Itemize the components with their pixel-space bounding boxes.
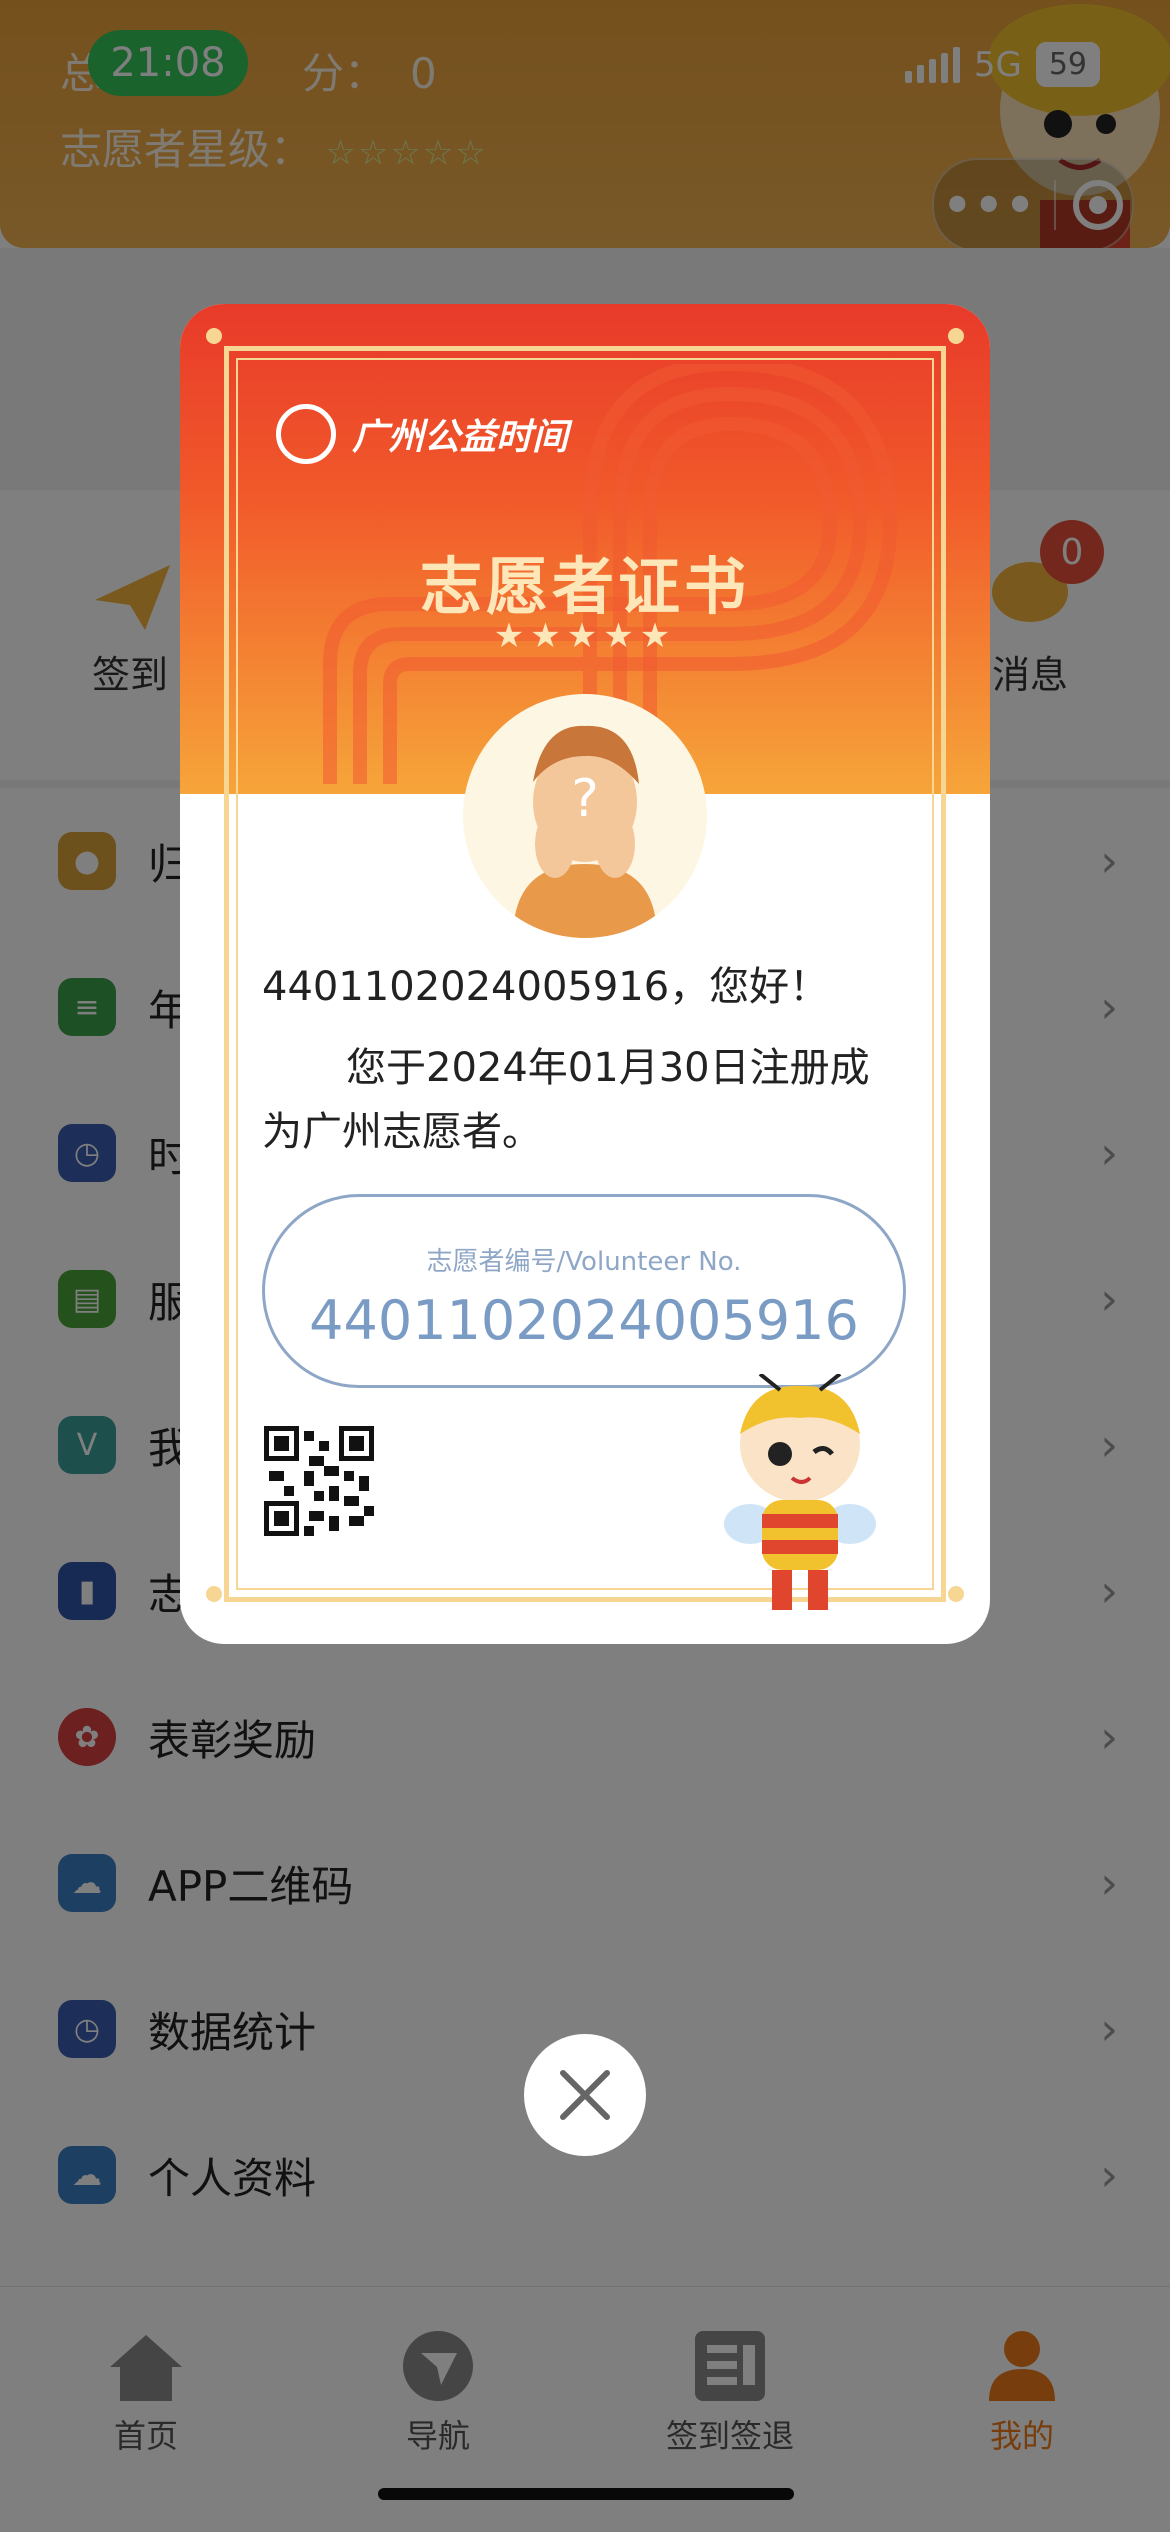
brand-name: 广州公益时间 xyxy=(352,417,569,458)
brand-logo-icon xyxy=(276,404,336,464)
certificate-greeting: 4401102024005916，您好！ xyxy=(262,964,830,1010)
avatar: ? xyxy=(463,694,707,938)
volunteer-number-value: 4401102024005916 xyxy=(309,1289,859,1352)
volunteer-number-box: 志愿者编号/Volunteer No. 4401102024005916 xyxy=(262,1194,906,1388)
bee-mascot-image xyxy=(724,1374,876,1610)
frame-corner xyxy=(206,328,222,344)
certificate-stars: ★★★★★ xyxy=(493,616,677,656)
certificate-body: 您于2024年01月30日注册成为广州志愿者。 xyxy=(262,1045,870,1155)
close-button[interactable] xyxy=(524,2034,646,2156)
volunteer-certificate: 广州公益时间 志愿者证书 ★★★★★ ? 4401102024005916，您好… xyxy=(180,304,990,1644)
close-icon xyxy=(560,2070,610,2120)
qr-code-image xyxy=(264,1426,374,1536)
placeholder-avatar-icon: ? xyxy=(513,725,657,938)
frame-corner xyxy=(206,1586,222,1602)
certificate-title: 志愿者证书 xyxy=(419,550,750,623)
volunteer-number-label: 志愿者编号/Volunteer No. xyxy=(426,1247,742,1277)
frame-corner xyxy=(948,328,964,344)
frame-corner xyxy=(948,1586,964,1602)
svg-text:?: ? xyxy=(571,769,599,829)
